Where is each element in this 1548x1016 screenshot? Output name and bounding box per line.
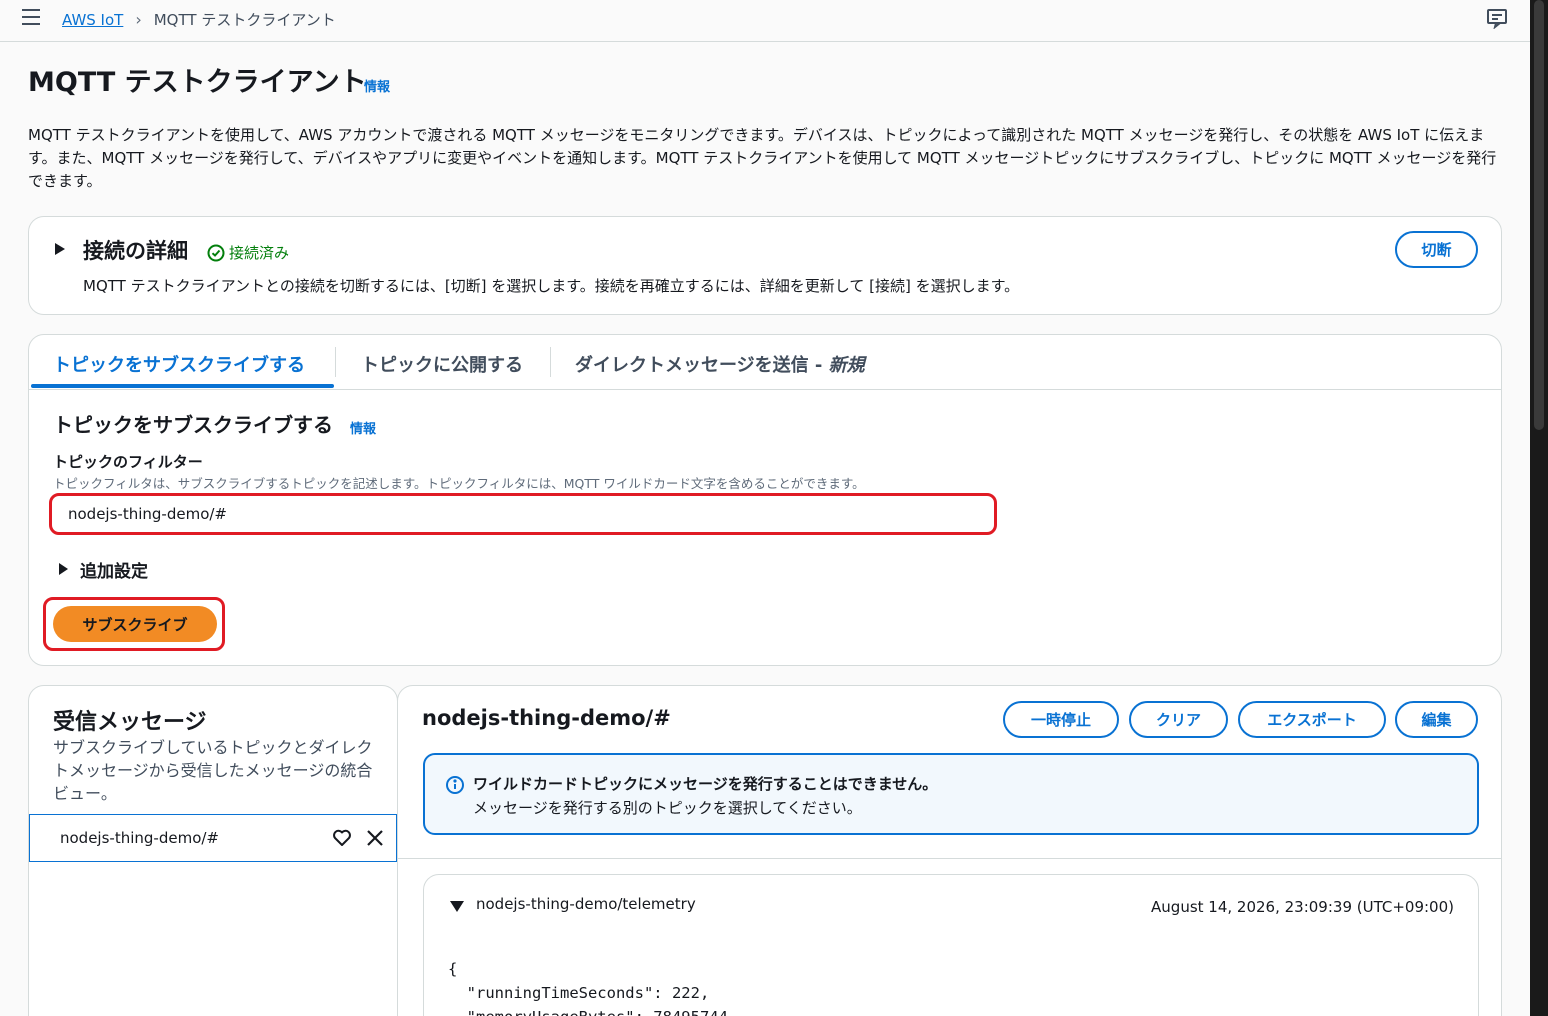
page-info-link[interactable]: 情報	[364, 76, 390, 95]
tab-direct-message[interactable]: ダイレクトメッセージを送信 - 新規	[575, 351, 865, 377]
alert-body: メッセージを発行する別のトピックを選択してください。	[473, 799, 862, 817]
caret-down-icon[interactable]	[450, 901, 464, 912]
divider	[398, 858, 1501, 859]
message-topic[interactable]: nodejs-thing-demo/telemetry	[476, 895, 696, 913]
topic-messages-panel: nodejs-thing-demo/# 一時停止 クリア エクスポート 編集 ワ…	[397, 685, 1502, 1016]
message-entry: nodejs-thing-demo/telemetry August 14, 2…	[423, 874, 1479, 1016]
active-tab-indicator	[31, 384, 334, 388]
pause-button[interactable]: 一時停止	[1003, 701, 1119, 738]
tab-direct-message-label: ダイレクトメッセージを送信 -	[575, 355, 829, 376]
connection-details-title[interactable]: 接続の詳細	[83, 235, 188, 265]
edit-button[interactable]: 編集	[1395, 701, 1478, 738]
menu-icon[interactable]	[22, 9, 40, 25]
connection-status: 接続済み	[207, 242, 289, 263]
topic-messages-title: nodejs-thing-demo/#	[422, 706, 671, 730]
message-payload: { "runningTimeSeconds": 222, "memoryUsag…	[448, 960, 728, 1016]
clear-button[interactable]: クリア	[1129, 701, 1228, 738]
tab-divider	[335, 347, 336, 377]
breadcrumb: AWS IoT › MQTT テストクライアント	[62, 9, 336, 30]
connection-status-label: 接続済み	[229, 244, 290, 262]
breadcrumb-current: MQTT テストクライアント	[153, 11, 336, 29]
caret-right-icon[interactable]	[55, 243, 65, 255]
topic-filter-label: トピックのフィルター	[53, 453, 203, 471]
tab-new-badge: 新規	[828, 355, 865, 376]
connection-description: MQTT テストクライアントとの接続を切断するには、[切断] を選択します。接続…	[83, 277, 1020, 295]
connection-details-panel: 接続の詳細 接続済み MQTT テストクライアントとの接続を切断するには、[切断…	[28, 216, 1502, 315]
received-messages-panel: 受信メッセージ サブスクライブしているトピックとダイレクトメッセージから受信した…	[28, 685, 398, 1016]
tab-divider	[550, 347, 551, 377]
close-icon[interactable]	[366, 829, 384, 851]
received-messages-description: サブスクライブしているトピックとダイレクトメッセージから受信したメッセージの統合…	[53, 738, 373, 803]
tab-subscribe[interactable]: トピックをサブスクライブする	[53, 351, 305, 377]
subscribe-info-link[interactable]: 情報	[350, 418, 376, 437]
top-navigation-bar: AWS IoT › MQTT テストクライアント	[0, 0, 1530, 42]
subscribe-section-title: トピックをサブスクライブする	[53, 413, 333, 437]
info-icon	[445, 775, 465, 799]
subscription-topic-label: nodejs-thing-demo/#	[60, 829, 219, 847]
alert-title: ワイルドカードトピックにメッセージを発行することはできません。	[473, 775, 938, 793]
disconnect-button[interactable]: 切断	[1395, 231, 1478, 268]
topic-filter-hint: トピックフィルタは、サブスクライブするトピックを記述します。トピックフィルタには…	[53, 476, 865, 491]
page-scrollbar[interactable]	[1530, 0, 1548, 1016]
chevron-right-icon: ›	[135, 10, 142, 29]
wildcard-info-alert: ワイルドカードトピックにメッセージを発行することはできません。 メッセージを発行…	[423, 753, 1479, 835]
topic-tabs-panel: トピックをサブスクライブする トピックに公開する ダイレクトメッセージを送信 -…	[28, 334, 1502, 666]
message-timestamp: August 14, 2026, 23:09:39 (UTC+09:00)	[1151, 898, 1454, 916]
tab-list: トピックをサブスクライブする トピックに公開する ダイレクトメッセージを送信 -…	[29, 335, 1501, 390]
additional-settings-toggle[interactable]: 追加設定	[80, 557, 148, 582]
page-description: MQTT テストクライアントを使用して、AWS アカウントで渡される MQTT …	[28, 126, 1497, 190]
subscribe-button[interactable]: サブスクライブ	[53, 606, 217, 642]
notifications-panel-icon[interactable]	[1486, 7, 1508, 30]
heart-icon[interactable]	[332, 828, 352, 852]
received-messages-title: 受信メッセージ	[53, 710, 207, 735]
export-button[interactable]: エクスポート	[1238, 701, 1386, 738]
subscription-list-item[interactable]: nodejs-thing-demo/#	[29, 814, 397, 862]
subscribe-button-highlight: サブスクライブ	[43, 597, 225, 651]
topic-filter-input[interactable]: nodejs-thing-demo/#	[49, 493, 997, 535]
breadcrumb-aws-iot-link[interactable]: AWS IoT	[62, 11, 123, 29]
check-circle-icon	[207, 244, 225, 261]
scrollbar-thumb[interactable]	[1534, 0, 1544, 430]
page-title: MQTT テストクライアント	[28, 67, 367, 98]
caret-right-icon[interactable]	[59, 563, 68, 575]
tab-publish[interactable]: トピックに公開する	[361, 351, 523, 377]
